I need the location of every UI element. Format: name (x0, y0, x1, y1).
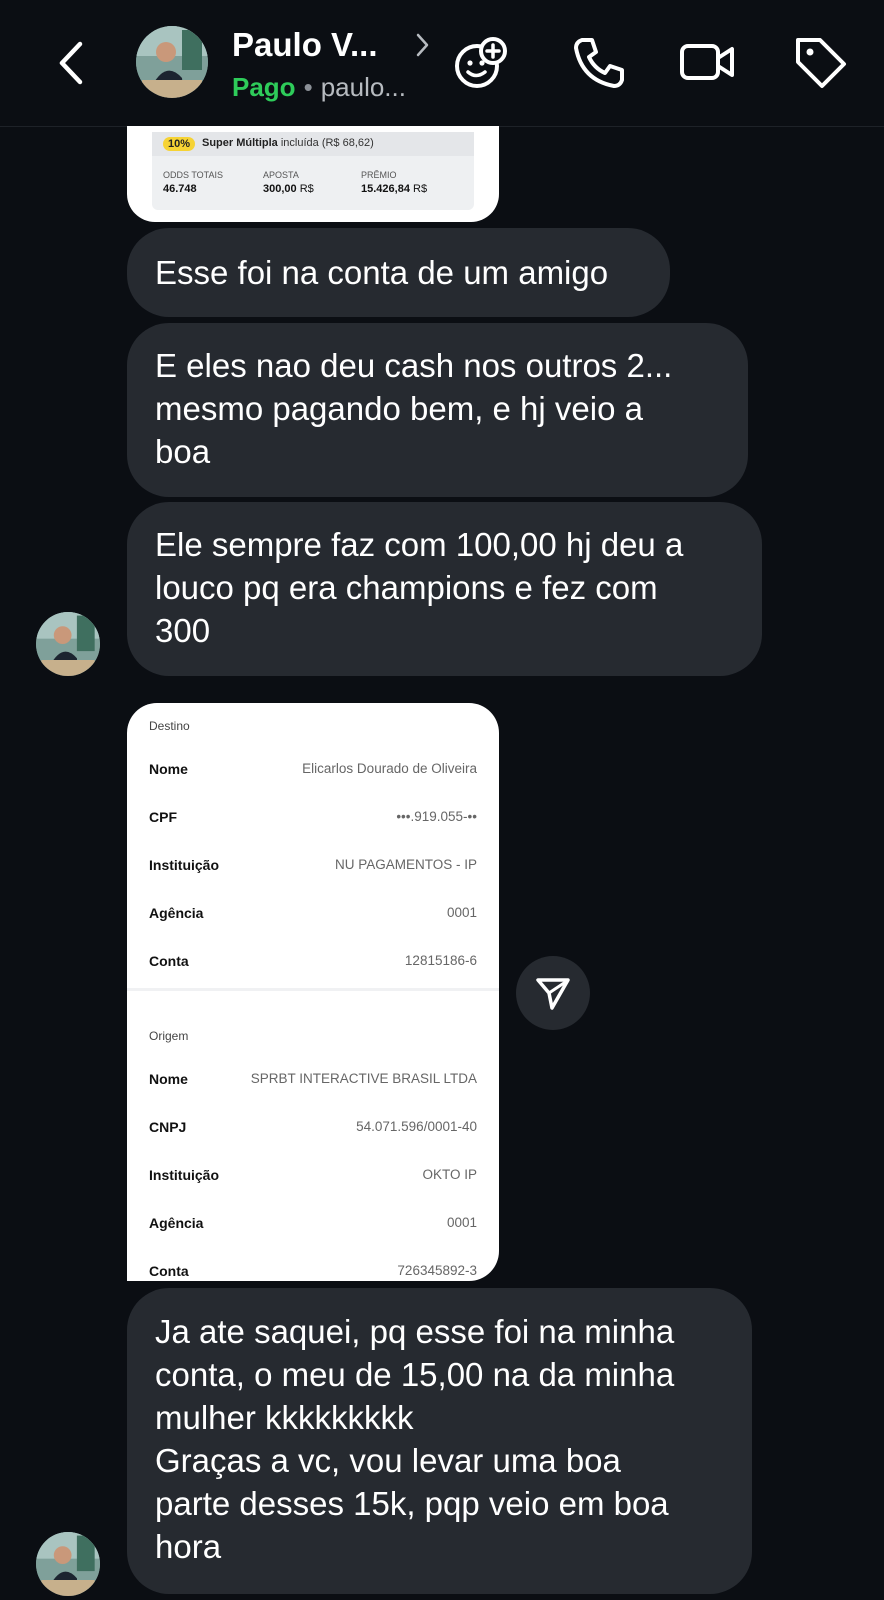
message-text: E eles nao deu cash nos outros 2... mesm… (155, 347, 673, 470)
chat-header: Paulo V... Pago • paulo... (0, 0, 884, 127)
message-bubble[interactable]: Ele sempre faz com 100,00 hj deu a louco… (127, 502, 762, 676)
receipt-row: Nome Elicarlos Dourado de Oliveira (149, 761, 477, 777)
contact-avatar[interactable] (136, 26, 208, 98)
boost-badge: 10% (163, 137, 196, 151)
prize-column: PRÊMIO 15.426,84 R$ (361, 170, 427, 195)
prize-label: PRÊMIO (361, 170, 397, 180)
receipt-row: Agência 0001 (149, 1215, 477, 1231)
sender-avatar[interactable] (36, 1532, 100, 1596)
stake-label: APOSTA (263, 170, 299, 180)
stake-column: APOSTA 300,00 R$ (263, 170, 314, 195)
receipt-row: Agência 0001 (149, 905, 477, 921)
share-button[interactable] (516, 956, 590, 1030)
message-text: Ja ate saquei, pq esse foi na minha cont… (155, 1313, 675, 1565)
odds-value: 46.748 (163, 183, 197, 195)
boost-text: Super Múltipla incluída (R$ 68,62) (202, 137, 374, 149)
contact-subtitle: Pago • paulo... (232, 72, 406, 103)
separator-dot: • (303, 72, 313, 102)
message-text: Ele sempre faz com 100,00 hj deu a louco… (155, 526, 684, 649)
destino-title: Destino (149, 719, 190, 733)
message-bubble[interactable]: Ja ate saquei, pq esse foi na minha cont… (127, 1288, 752, 1594)
payment-receipt-image[interactable]: Destino Nome Elicarlos Dourado de Oliveir… (127, 703, 499, 1281)
bet-slip-image[interactable]: 10% Super Múltipla incluída (R$ 68,62) O… (127, 126, 499, 222)
section-divider (127, 988, 499, 991)
phone-icon[interactable] (570, 32, 630, 92)
boost-bar: 10% Super Múltipla incluída (R$ 68,62) (152, 132, 474, 156)
video-icon[interactable] (678, 32, 738, 92)
sender-avatar[interactable] (36, 612, 100, 676)
message-bubble[interactable]: E eles nao deu cash nos outros 2... mesm… (127, 323, 748, 497)
receipt-row: CNPJ 54.071.596/0001-40 (149, 1119, 477, 1135)
chevron-right-icon[interactable] (413, 31, 431, 59)
add-effect-icon[interactable] (452, 32, 512, 92)
contact-name[interactable]: Paulo V... (232, 26, 378, 64)
receipt-row: Conta 726345892-3 (149, 1263, 477, 1279)
send-icon (536, 978, 570, 1010)
receipt-row: Conta 12815186-6 (149, 953, 477, 969)
receipt-row: CPF •••.919.055-•• (149, 809, 477, 825)
receipt-row: Instituição NU PAGAMENTOS - IP (149, 857, 477, 873)
odds-column: ODDS TOTAIS 46.748 (163, 170, 223, 195)
message-text: Esse foi na conta de um amigo (155, 254, 609, 291)
tag-icon[interactable] (790, 32, 850, 92)
receipt-row: Instituição OKTO IP (149, 1167, 477, 1183)
prize-value: 15.426,84 R$ (361, 183, 428, 195)
paid-status: Pago (232, 72, 296, 102)
chevron-left-icon[interactable] (52, 38, 92, 88)
stake-value: 300,00 R$ (263, 183, 314, 195)
receipt-row: Nome SPRBT INTERACTIVE BRASIL LTDA (149, 1071, 477, 1087)
contact-username: paulo... (320, 72, 406, 102)
message-bubble[interactable]: Esse foi na conta de um amigo (127, 228, 670, 317)
odds-label: ODDS TOTAIS (163, 170, 224, 180)
origem-title: Origem (149, 1029, 189, 1043)
bet-summary: 10% Super Múltipla incluída (R$ 68,62) O… (152, 132, 474, 210)
